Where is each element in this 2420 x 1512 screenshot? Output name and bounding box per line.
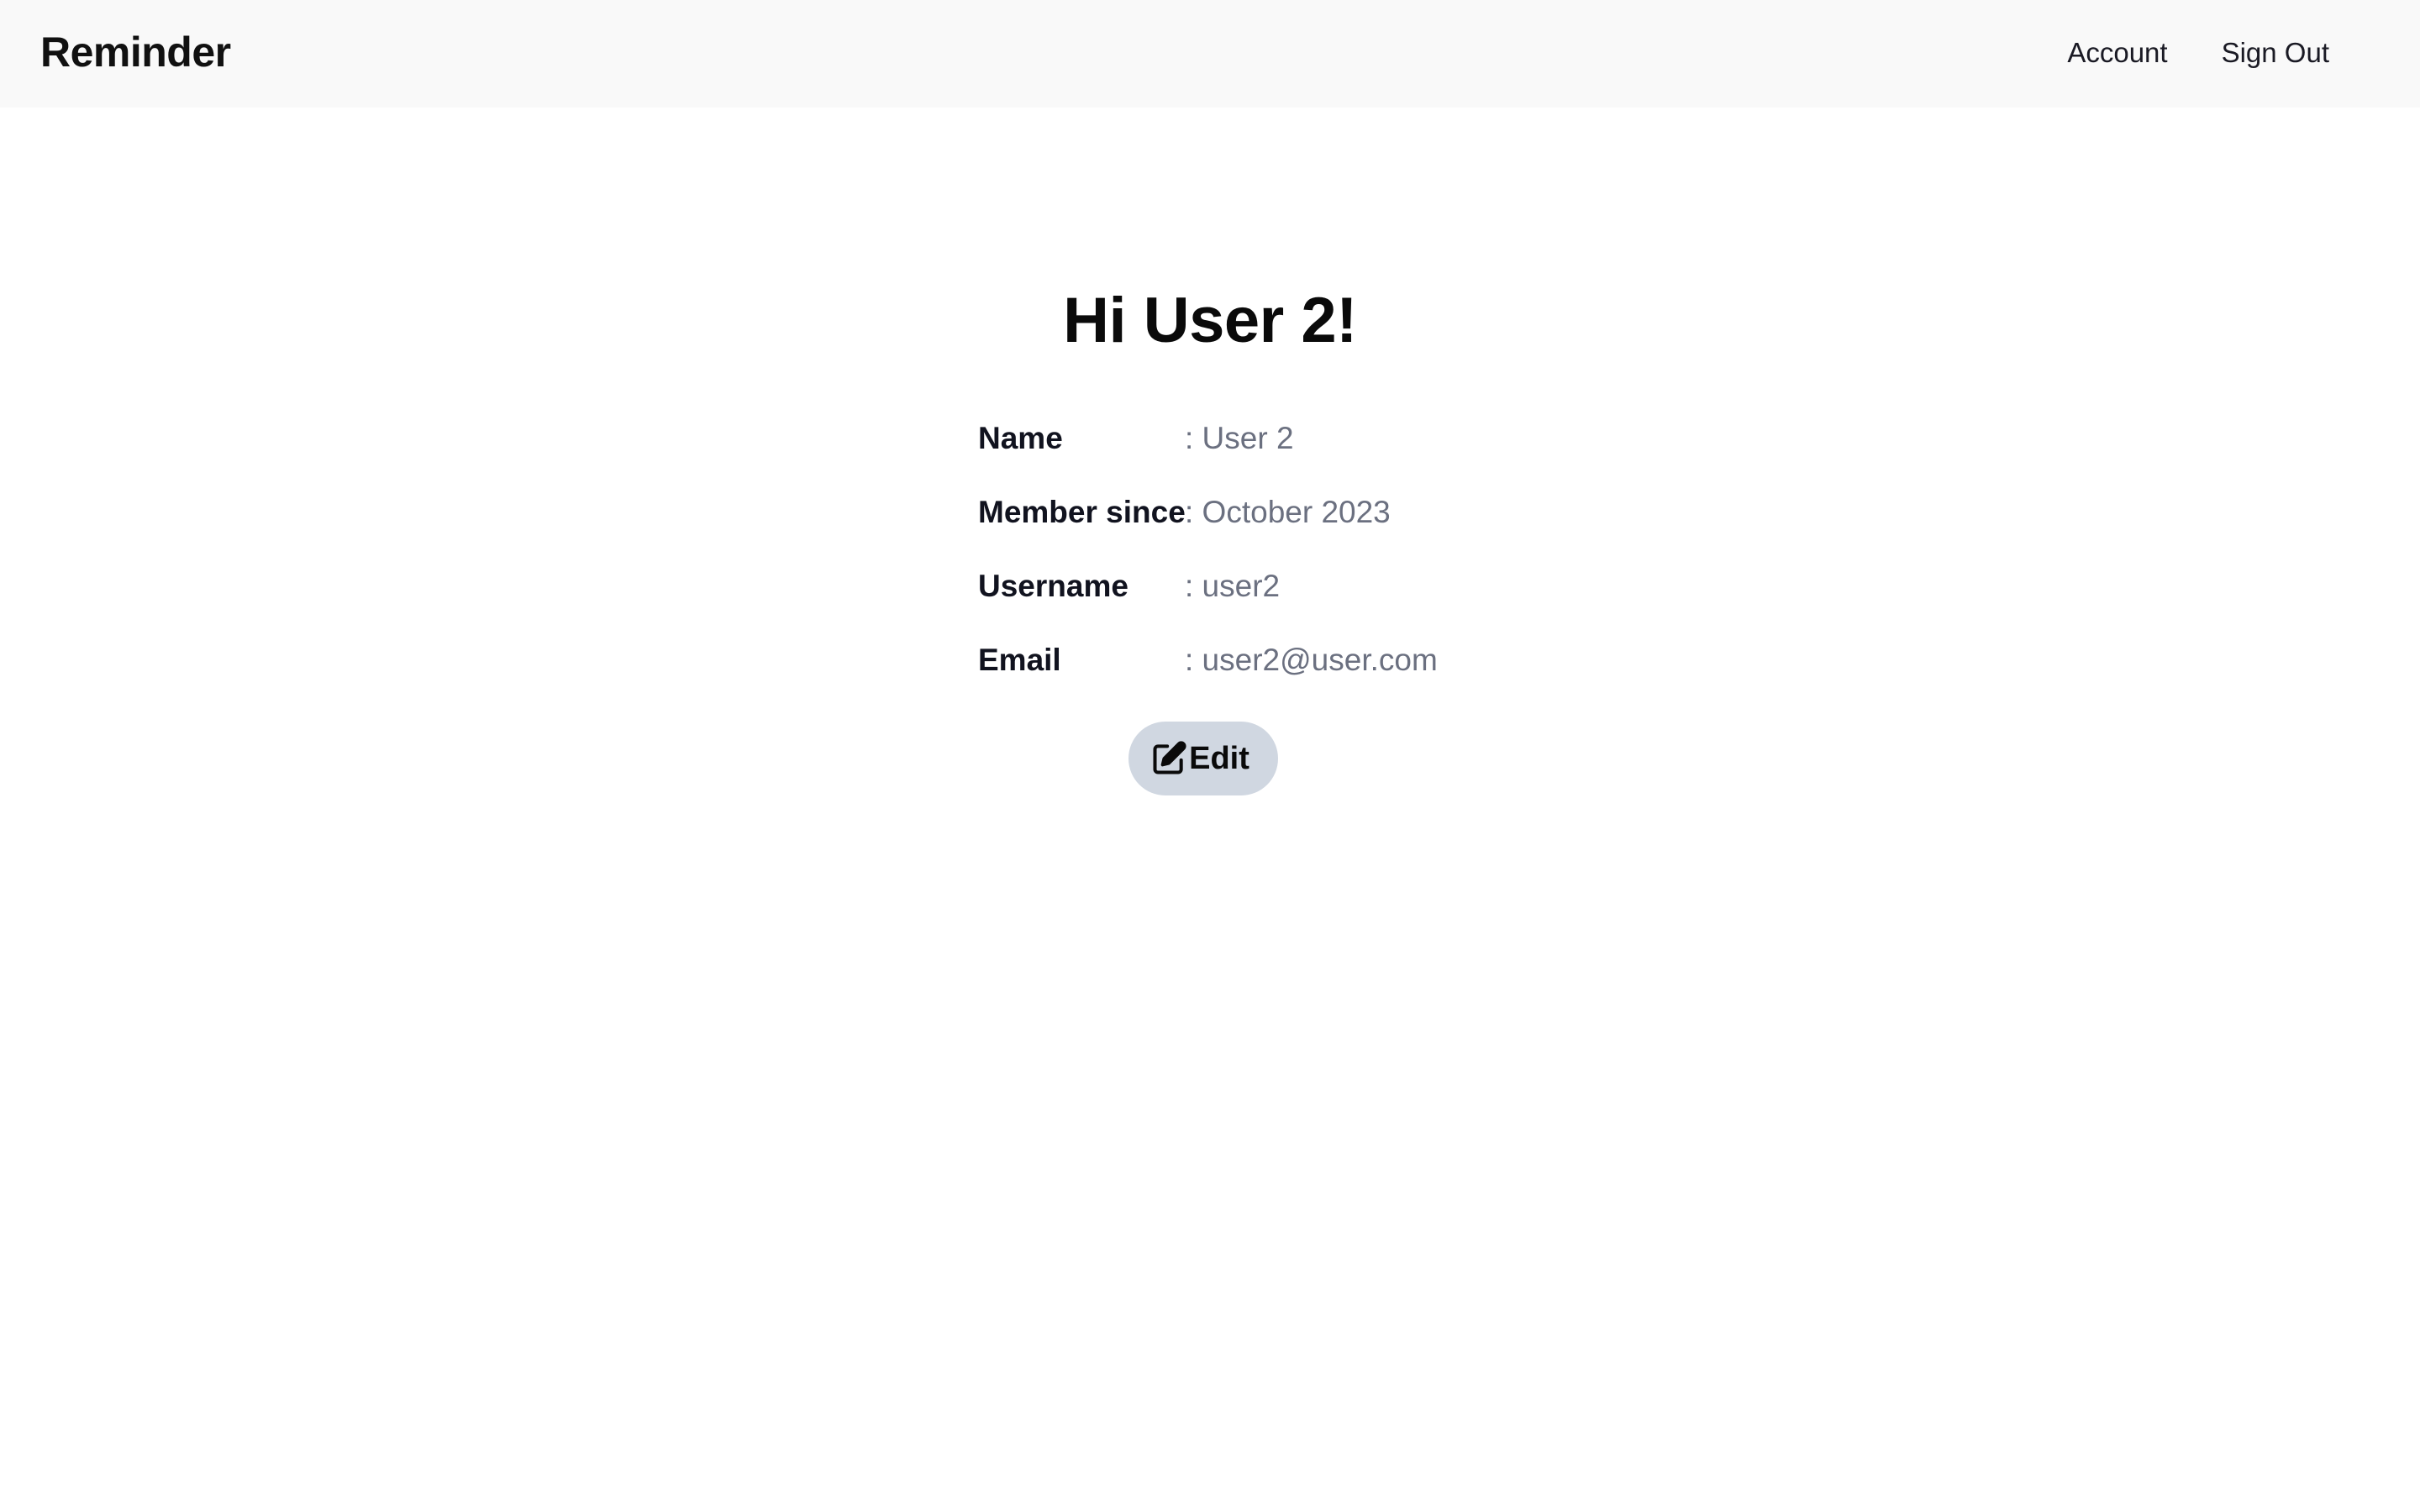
edit-button-label: Edit	[1189, 740, 1249, 776]
field-value: : October 2023	[1185, 495, 1391, 529]
profile-row-username: Username : user2	[978, 549, 1438, 623]
field-label: Username	[978, 569, 1128, 603]
field-label: Member since	[978, 495, 1186, 529]
field-label: Email	[978, 643, 1061, 677]
field-value: : User 2	[1185, 421, 1294, 455]
profile-info: Name : User 2 Member since : October 202…	[978, 402, 1438, 697]
edit-button[interactable]: Edit	[1128, 722, 1278, 795]
nav-link-account[interactable]: Account	[2067, 37, 2167, 69]
field-value: : user2@user.com	[1185, 643, 1438, 677]
nav-link-sign-out[interactable]: Sign Out	[2222, 37, 2329, 69]
navbar: Reminder Account Sign Out	[0, 0, 2420, 108]
profile-row-member-since: Member since : October 2023	[978, 475, 1438, 549]
brand-logo[interactable]: Reminder	[40, 0, 231, 104]
field-value: : user2	[1185, 569, 1281, 603]
edit-icon	[1150, 740, 1187, 777]
profile-row-name: Name : User 2	[978, 402, 1438, 475]
page-title: Hi User 2!	[1063, 285, 1357, 356]
field-label: Name	[978, 421, 1063, 455]
nav-links: Account Sign Out	[2013, 0, 2329, 106]
profile-row-email: Email : user2@user.com	[978, 623, 1438, 697]
